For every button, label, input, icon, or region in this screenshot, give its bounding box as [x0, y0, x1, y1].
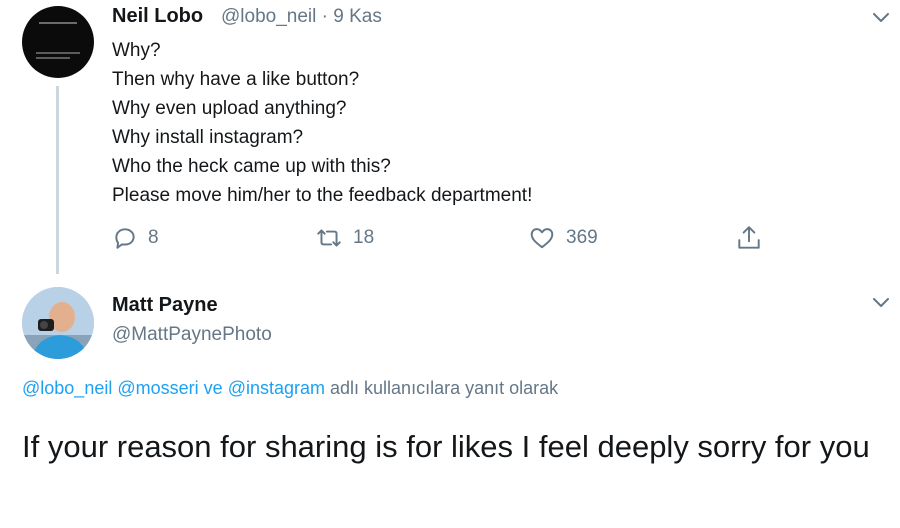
avatar[interactable] — [22, 287, 94, 359]
avatar[interactable] — [22, 6, 94, 78]
tweet-line: Why? — [112, 40, 161, 61]
chevron-down-icon[interactable] — [873, 298, 889, 308]
reply-icon — [115, 228, 135, 249]
tweet-line: Why even upload anything? — [112, 98, 347, 119]
tweet-date[interactable]: 9 Kas — [333, 6, 382, 27]
mention-link[interactable]: @mosseri — [117, 378, 198, 398]
retweet-button[interactable]: 18 — [315, 225, 374, 251]
author-name[interactable]: Matt Payne — [112, 294, 218, 317]
author-name[interactable]: Neil Lobo — [112, 5, 203, 28]
reply-button[interactable]: 8 — [112, 225, 159, 251]
avatar-text-line — [36, 57, 70, 59]
tweet-meta: @lobo_neil · 9 Kas — [221, 6, 382, 28]
meta-separator: · — [321, 6, 328, 27]
share-icon — [738, 226, 760, 249]
reply-suffix: adlı kullanıcılara yanıt olarak — [330, 378, 559, 398]
tweet-line: Please move him/her to the feedback depa… — [112, 185, 533, 206]
retweet-count: 18 — [353, 227, 375, 248]
like-icon — [530, 228, 554, 249]
replying-to: @lobo_neil @mosseri ve @instagram adlı k… — [22, 378, 558, 399]
share-button[interactable] — [736, 224, 762, 252]
tweet-line: Then why have a like button? — [112, 69, 360, 90]
author-handle[interactable]: @MattPaynePhoto — [112, 324, 272, 346]
tweet-text: If your reason for sharing is for likes … — [22, 429, 870, 464]
avatar-text-line — [36, 52, 80, 54]
like-button[interactable]: 369 — [528, 225, 598, 251]
author-handle[interactable]: @lobo_neil — [221, 6, 316, 27]
thread-line — [56, 86, 59, 274]
mention-link[interactable]: @lobo_neil — [22, 378, 112, 398]
tweet-line: Why install instagram? — [112, 127, 304, 148]
tweet-text: Why? Then why have a like button? Why ev… — [112, 36, 532, 210]
mention-link[interactable]: @instagram — [228, 378, 325, 398]
retweet-icon — [317, 229, 341, 247]
chevron-down-icon[interactable] — [873, 13, 889, 23]
like-count: 369 — [566, 227, 598, 248]
mention-connector: ve — [203, 378, 223, 398]
avatar-text-line — [39, 22, 77, 24]
tweet-line: Who the heck came up with this? — [112, 156, 391, 177]
reply-count: 8 — [148, 227, 159, 248]
